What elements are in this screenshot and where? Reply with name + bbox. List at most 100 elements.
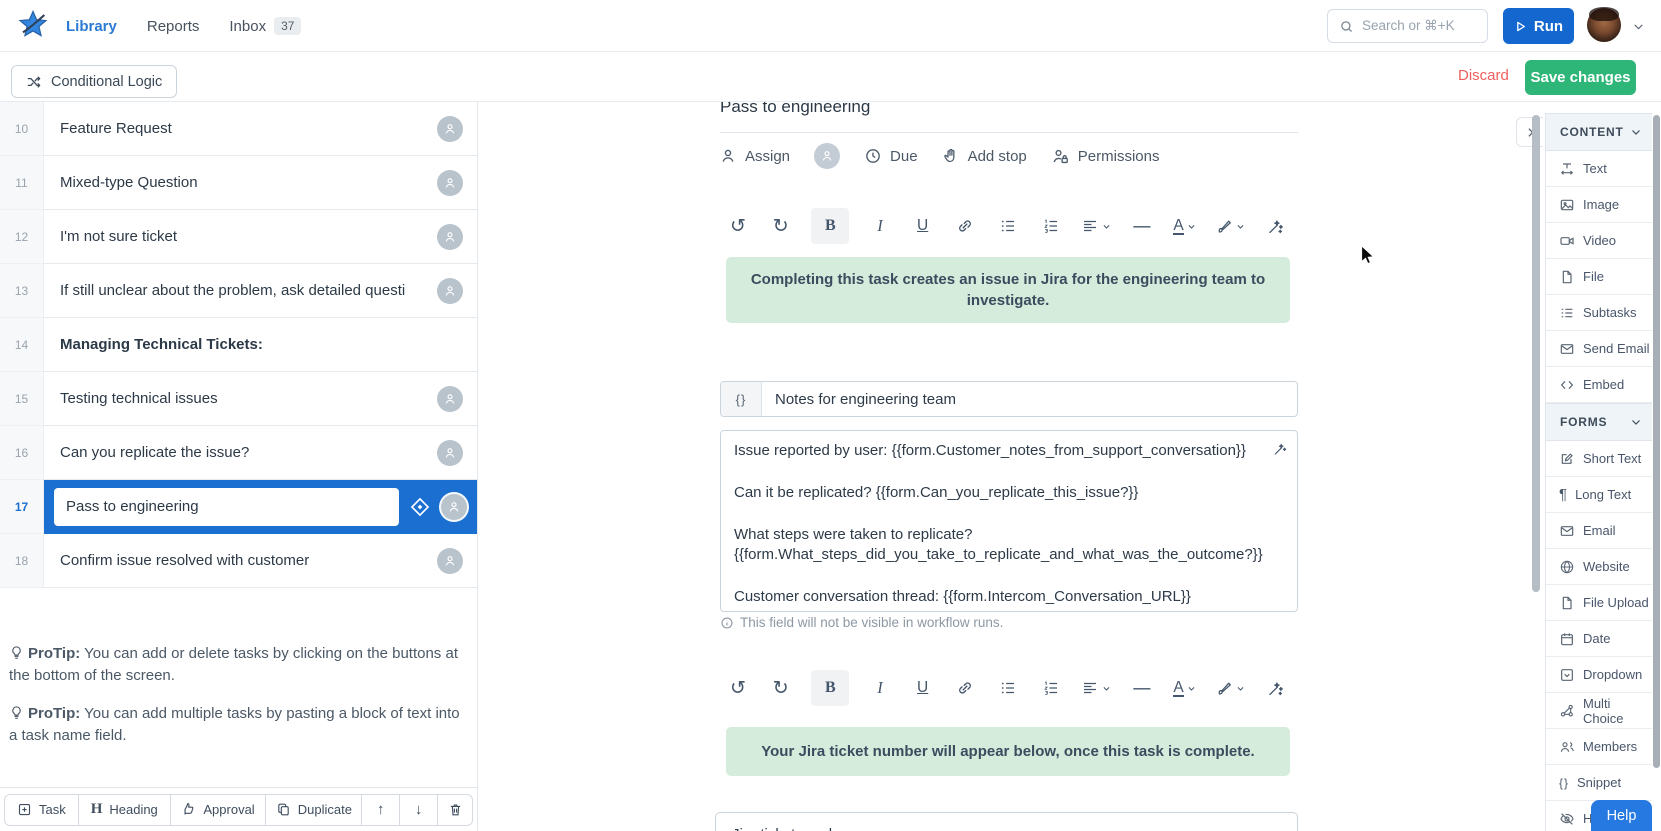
heading-row[interactable]: 14 Managing Technical Tickets: (0, 318, 477, 372)
bullet-list-icon[interactable] (996, 670, 1020, 706)
run-button[interactable]: Run (1503, 8, 1574, 44)
save-changes-button[interactable]: Save changes (1525, 60, 1636, 95)
horizontal-rule-icon[interactable]: — (1130, 670, 1154, 706)
bold-button[interactable]: B (811, 670, 850, 706)
assign-button[interactable]: Assign (719, 147, 790, 165)
assigned-avatar-icon[interactable] (814, 143, 841, 169)
sidebar-scrollbar[interactable] (1653, 115, 1660, 768)
sidebar-item-website[interactable]: Website (1546, 549, 1652, 585)
add-stop-button[interactable]: Add stop (942, 147, 1027, 165)
sidebar-item-email[interactable]: Email (1546, 513, 1652, 549)
numbered-list-icon[interactable] (1039, 670, 1063, 706)
main-scrollbar[interactable] (1532, 115, 1540, 592)
assignee-avatar-icon[interactable] (437, 385, 463, 412)
italic-button[interactable]: I (868, 208, 892, 244)
assignee-avatar-icon[interactable] (437, 169, 463, 196)
undo-icon[interactable]: ↺ (726, 208, 750, 244)
text-color-icon[interactable]: A (1173, 670, 1197, 706)
add-task-button[interactable]: Task (4, 793, 79, 826)
sidebar-item-file-upload[interactable]: File Upload (1546, 585, 1652, 621)
search-input[interactable]: Search or ⌘+K (1327, 9, 1488, 43)
task-row[interactable]: 10 Feature Request (0, 102, 477, 156)
magic-wand-icon[interactable] (1264, 670, 1288, 706)
assignee-avatar-icon[interactable] (441, 493, 467, 520)
sidebar-item-text[interactable]: Text (1546, 151, 1652, 187)
task-row[interactable]: 12 I'm not sure ticket (0, 210, 477, 264)
sidebar-item-image[interactable]: Image (1546, 187, 1652, 223)
bold-button[interactable]: B (811, 208, 850, 244)
insert-variable-wand-icon[interactable] (1272, 441, 1288, 457)
task-row[interactable]: 16 Can you replicate the issue? (0, 426, 477, 480)
sidebar-item-short-text[interactable]: Short Text (1546, 441, 1652, 477)
app-logo-icon[interactable] (17, 9, 49, 41)
user-avatar[interactable] (1587, 7, 1621, 42)
task-row-selected[interactable]: 17 Pass to engineering (0, 480, 477, 534)
conditional-logic-button[interactable]: Conditional Logic (11, 65, 178, 98)
task-row[interactable]: 11 Mixed-type Question (0, 156, 477, 210)
snippet-name-value[interactable]: Notes for engineering team (762, 382, 1297, 416)
sidebar-item-subtasks[interactable]: Subtasks (1546, 295, 1652, 331)
add-approval-button[interactable]: Approval (169, 793, 267, 826)
sidebar-item-members[interactable]: Members (1546, 729, 1652, 765)
help-button[interactable]: Help (1591, 800, 1652, 831)
forms-section-header[interactable]: FORMS (1546, 403, 1652, 441)
chevron-down-icon[interactable] (1632, 20, 1645, 33)
assignee-avatar-icon[interactable] (437, 223, 463, 250)
conditional-diamond-icon[interactable] (409, 496, 431, 518)
underline-button[interactable]: U (911, 208, 935, 244)
undo-icon[interactable]: ↺ (726, 670, 750, 706)
play-icon (1514, 20, 1527, 33)
highlight-brush-icon[interactable] (1215, 208, 1245, 244)
italic-button[interactable]: I (868, 670, 892, 706)
move-up-button[interactable]: ↑ (361, 793, 401, 826)
assignee-avatar-icon[interactable] (437, 277, 463, 304)
task-list-footer: Task H Heading Approval Duplicate ↑ ↓ (0, 787, 477, 831)
sidebar-item-dropdown[interactable]: Dropdown (1546, 657, 1652, 693)
sidebar-item-file[interactable]: File (1546, 259, 1652, 295)
align-icon[interactable] (1081, 670, 1111, 706)
task-name-input[interactable]: Pass to engineering (54, 487, 399, 526)
task-title-heading[interactable]: Pass to engineering (720, 97, 1298, 133)
move-down-button[interactable]: ↓ (399, 793, 439, 826)
nav-link-library[interactable]: Library (66, 18, 117, 35)
task-row[interactable]: 18 Confirm issue resolved with customer (0, 534, 477, 588)
numbered-list-icon[interactable] (1039, 208, 1063, 244)
due-button[interactable]: Due (864, 147, 918, 165)
permissions-button[interactable]: Permissions (1051, 147, 1159, 166)
text-color-icon[interactable]: A (1173, 208, 1197, 244)
sidebar-item-long-text[interactable]: ¶ Long Text (1546, 477, 1652, 513)
redo-icon[interactable]: ↻ (769, 670, 793, 706)
assignee-avatar-icon[interactable] (437, 547, 463, 574)
assignee-avatar-icon[interactable] (437, 439, 463, 466)
add-heading-button[interactable]: H Heading (77, 793, 171, 826)
person-icon (719, 147, 737, 165)
content-section-header[interactable]: CONTENT (1546, 113, 1652, 151)
nav-link-inbox[interactable]: Inbox 37 (229, 17, 302, 35)
snippet-name-field[interactable]: {} Notes for engineering team (720, 381, 1298, 417)
redo-icon[interactable]: ↻ (769, 208, 793, 244)
task-row[interactable]: 13 If still unclear about the problem, a… (0, 264, 477, 318)
delete-task-button[interactable] (437, 793, 473, 826)
align-icon[interactable] (1081, 208, 1111, 244)
notes-textarea[interactable]: Issue reported by user: {{form.Customer_… (720, 430, 1298, 612)
jira-ticket-field[interactable]: Jira ticket number (715, 812, 1298, 831)
bullet-list-icon[interactable] (996, 208, 1020, 244)
sidebar-item-date[interactable]: Date (1546, 621, 1652, 657)
task-row[interactable]: 15 Testing technical issues (0, 372, 477, 426)
sidebar-item-multi-choice[interactable]: Multi Choice (1546, 693, 1652, 729)
nav-link-reports[interactable]: Reports (147, 18, 200, 35)
magic-wand-icon[interactable] (1264, 208, 1288, 244)
sidebar-item-embed[interactable]: Embed (1546, 367, 1652, 403)
sidebar-item-video[interactable]: Video (1546, 223, 1652, 259)
text-width-icon (1559, 161, 1575, 177)
assignee-avatar-icon[interactable] (437, 115, 463, 142)
horizontal-rule-icon[interactable]: — (1130, 208, 1154, 244)
underline-button[interactable]: U (911, 670, 935, 706)
link-icon[interactable] (953, 670, 977, 706)
discard-link[interactable]: Discard (1458, 67, 1509, 84)
link-icon[interactable] (953, 208, 977, 244)
sidebar-item-send-email[interactable]: Send Email (1546, 331, 1652, 367)
duplicate-button[interactable]: Duplicate (265, 793, 363, 826)
highlight-brush-icon[interactable] (1215, 670, 1245, 706)
sidebar-item-snippet[interactable]: {} Snippet (1546, 765, 1652, 801)
